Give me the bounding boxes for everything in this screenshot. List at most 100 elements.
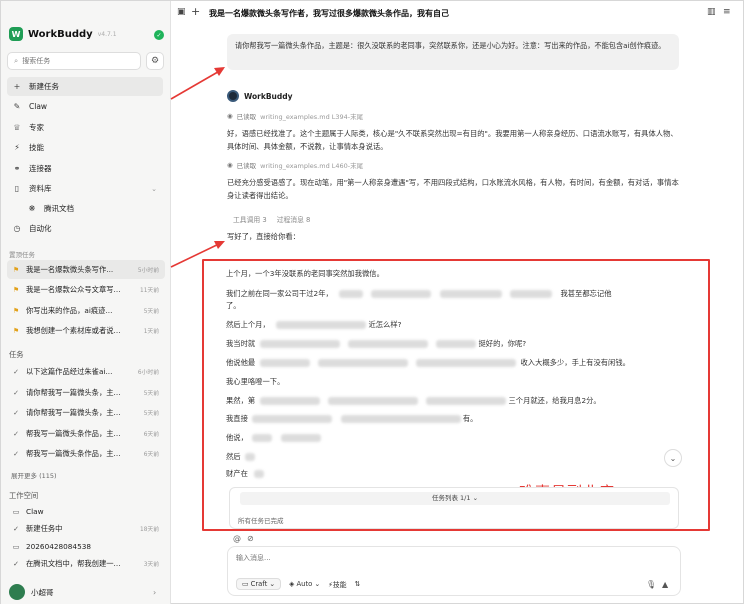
model-select[interactable]: ◈ Auto ⌄ [289,580,320,588]
skills-icon: ⚡ [14,143,20,152]
pinned-task-row[interactable]: ⚑ 我是一名爆款微头条写作... 5小时前 [7,260,165,279]
task-row[interactable]: ✓ 请你帮我写一篇微头条，主... 5天前 [7,383,165,402]
docs-icon: ❋ [28,204,36,213]
expand-more-link[interactable]: 展开更多 (115) [11,470,57,480]
mode-select[interactable]: ▭ Craft ⌄ [236,578,282,590]
process-messages-toggle[interactable]: 过程消息 8 [277,214,311,224]
nav-label: 自动化 [29,224,52,233]
task-row[interactable]: ✓ 帮我写一篇微头条作品，主... 6天前 [7,444,165,463]
skills-button[interactable]: ⚡技能 [328,579,346,589]
tool-summary: 工具调用 3 过程消息 8 [233,214,310,224]
redacted-text [317,359,408,367]
workbuddy-logo-icon: W [9,27,23,41]
mention-icon[interactable]: @ [233,534,241,543]
assistant-avatar-icon [227,90,239,102]
check-icon: ✓ [13,449,19,458]
nav-automation[interactable]: ◷ 自动化 [7,219,163,238]
nav-connectors[interactable]: ⚭ 连接器 [7,159,163,178]
send-icon[interactable]: ▲ [662,580,668,589]
redacted-text [416,359,517,367]
redacted-text [259,397,320,405]
attachment-icon[interactable]: ⊘ [247,534,254,543]
article-text: 我当时就 [226,339,256,348]
task-row[interactable]: ✓ 请你帮我写一篇微头条，主... 5天前 [7,403,165,422]
scroll-down-button[interactable]: ⌄ [664,449,682,467]
message-input[interactable] [236,554,636,562]
task-list-toggle[interactable]: 任务列表 1/1 ⌄ [240,492,670,505]
nav-label: 资料库 [29,184,52,193]
article-line: 我当时就 挺好的，你呢? [226,339,526,349]
task-search[interactable]: ⌕ [7,52,141,70]
pinned-task-row[interactable]: ⚑ 我想创建一个素材库或者说... 1天前 [7,321,165,340]
read-file: writing_examples.md L394-末尾 [260,113,364,121]
nav-tencent-docs[interactable]: ❋ 腾讯文档 [7,199,163,218]
pin-icon: ⚑ [12,285,20,294]
task-row[interactable]: ✓ 帮我写一篇微头条作品，主... 6天前 [7,424,165,443]
file-read-indicator[interactable]: ◉ 已读取 writing_examples.md L394-末尾 [227,111,363,121]
chevron-right-icon[interactable]: › [153,588,156,597]
brand: W WorkBuddy v4.7.1 [9,27,117,41]
automation-icon: ◷ [13,224,21,233]
article-text: 我直接 [226,414,248,423]
connector-icon: ⚭ [13,164,21,173]
pinned-task-row[interactable]: ⚑ 我是一名爆款公众号文章写... 11天前 [7,280,165,299]
assistant-paragraph: 已经充分感受语感了。现在动笔，用"第一人称亲身遭遇"写，不用四段式结构，口水账流… [227,178,679,200]
folder-icon: ▭ [12,542,20,551]
read-label: 已读取 [236,113,257,121]
check-icon: ✓ [13,408,19,417]
toggle-sidebar-icon[interactable]: ▣ [177,7,186,17]
new-tab-icon[interactable]: + [191,5,200,18]
search-input[interactable] [22,57,133,65]
redacted-text [371,290,432,298]
workspace-title: 在腾讯文档中，帮我创建一... [26,558,121,568]
redacted-text [252,434,273,442]
redacted-text [347,340,428,348]
task-status: 所有任务已完成 [238,517,284,525]
file-read-indicator[interactable]: ◉ 已读取 writing_examples.md L460-末尾 [227,160,363,170]
pinned-task-row[interactable]: ⚑ 你写出来的作品，ai痕迹... 5天前 [7,301,165,320]
workspace-item[interactable]: ✓ 在腾讯文档中，帮我创建一... 3天前 [7,555,165,572]
redacted-text [436,340,477,348]
tool-calls-toggle[interactable]: 工具调用 3 [233,214,267,224]
tune-icon[interactable]: ⇅ [355,580,361,588]
chevron-down-icon[interactable]: ⌄ [151,185,157,193]
task-time: 6天前 [143,432,159,438]
article-text: 果然，第 [226,396,256,405]
nav-new-task[interactable]: + 新建任务 [7,77,163,96]
nav-claw[interactable]: ✎ Claw [7,97,163,116]
task-time: 5天前 [143,391,159,397]
sidebar: W WorkBuddy v4.7.1 ✓ ⌕ ⚙ + 新建任务 ✎ Claw ♕… [1,1,171,604]
workspace-item[interactable]: ✓ 新建任务中 18天前 [7,520,165,537]
workspace-item[interactable]: ▭ Claw [7,503,165,520]
microphone-icon[interactable]: 🎙 [646,580,656,589]
task-row[interactable]: ✓ 以下这篇作品经过朱雀ai... 6小时前 [7,362,165,381]
user-profile[interactable]: 小超哥 [9,584,54,600]
article-line: 然后上个月， 近怎么样? [226,320,402,330]
nav-label: 专家 [29,123,44,132]
nav-label: 技能 [29,143,44,152]
pinned-section-label: 置顶任务 [9,251,35,259]
plus-icon: + [13,82,21,91]
article-text: 有。 [462,414,478,423]
filter-settings-button[interactable]: ⚙ [146,52,164,70]
check-icon: ✓ [13,367,19,376]
article-line: 果然，第 三个月就还，给我月息2分。 [226,396,601,406]
sync-status-icon[interactable]: ✓ [154,30,164,40]
message-composer: ▭ Craft ⌄ ◈ Auto ⌄ ⚡技能 ⇅ 🎙 ▲ [227,546,681,596]
brand-version: v4.7.1 [97,30,117,38]
task-time: 11天前 [140,288,159,294]
article-line: 我心里咯噔一下。 [226,377,285,386]
workspace-item[interactable]: ▭ 20260428084538 [7,538,165,555]
top-bar: ▣ + 我是一名爆款微头条写作者，我写过很多爆款微头条作品，我有自己 ▥ ≡ [171,1,744,25]
nav-label: 腾讯文档 [44,204,74,213]
nav-skills[interactable]: ⚡ 技能 [7,138,163,157]
redacted-text [327,397,418,405]
nav-library[interactable]: ▯ 资料库 ⌄ [7,179,163,198]
redacted-text [259,340,340,348]
assistant-paragraph: 好，语感已经找准了。这个主题属于人际类，核心是"久不联系突然出现=有目的"。我要… [227,129,678,151]
menu-icon[interactable]: ≡ [723,7,731,17]
check-icon: ✓ [13,429,19,438]
panel-toggle-icon[interactable]: ▥ [707,7,716,17]
nav-experts[interactable]: ♕ 专家 [7,118,163,137]
avatar [9,584,25,600]
